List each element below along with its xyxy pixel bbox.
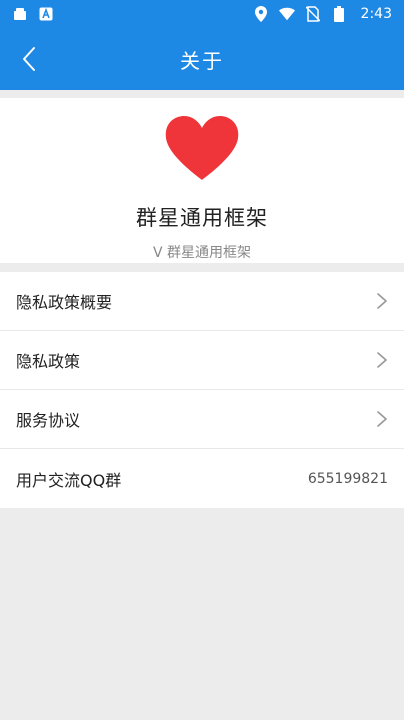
status-right: 2:43 [253, 6, 392, 22]
menu-item-label: 服务协议 [16, 411, 81, 430]
heart-icon [165, 116, 239, 180]
no-sim-icon [305, 6, 321, 22]
qq-group-number: 655199821 [307, 470, 388, 487]
status-time: 2:43 [360, 6, 392, 22]
settings-list: 隐私政策概要 隐私政策 服务协议 用户交流QQ群 655199821 [0, 272, 404, 508]
app-bar: 关于 [0, 28, 404, 90]
status-bar: 2:43 [0, 0, 404, 28]
back-button[interactable] [10, 40, 48, 78]
chevron-right-icon [377, 352, 387, 368]
chevron-right-icon [377, 293, 387, 309]
chevron-left-icon [23, 47, 35, 71]
page-title: 关于 [180, 48, 224, 73]
battery-icon [331, 6, 347, 22]
privacy-policy-item[interactable]: 隐私政策 [0, 331, 404, 390]
status-left [12, 6, 54, 22]
about-header: 群星通用框架 V 群星通用框架 [0, 98, 404, 263]
menu-item-label: 隐私政策概要 [16, 293, 113, 312]
app-version: V 群星通用框架 [152, 245, 252, 261]
wifi-icon [278, 6, 295, 22]
app-name: 群星通用框架 [136, 206, 268, 230]
notification-icon [12, 6, 28, 22]
chevron-right-icon [377, 411, 387, 427]
service-agreement-item[interactable]: 服务协议 [0, 390, 404, 449]
qq-group-item[interactable]: 用户交流QQ群 655199821 [0, 449, 404, 508]
location-icon [253, 6, 269, 22]
menu-item-label: 用户交流QQ群 [16, 470, 122, 490]
android-icon [38, 6, 54, 22]
menu-item-label: 隐私政策 [16, 352, 81, 371]
privacy-summary-item[interactable]: 隐私政策概要 [0, 272, 404, 331]
